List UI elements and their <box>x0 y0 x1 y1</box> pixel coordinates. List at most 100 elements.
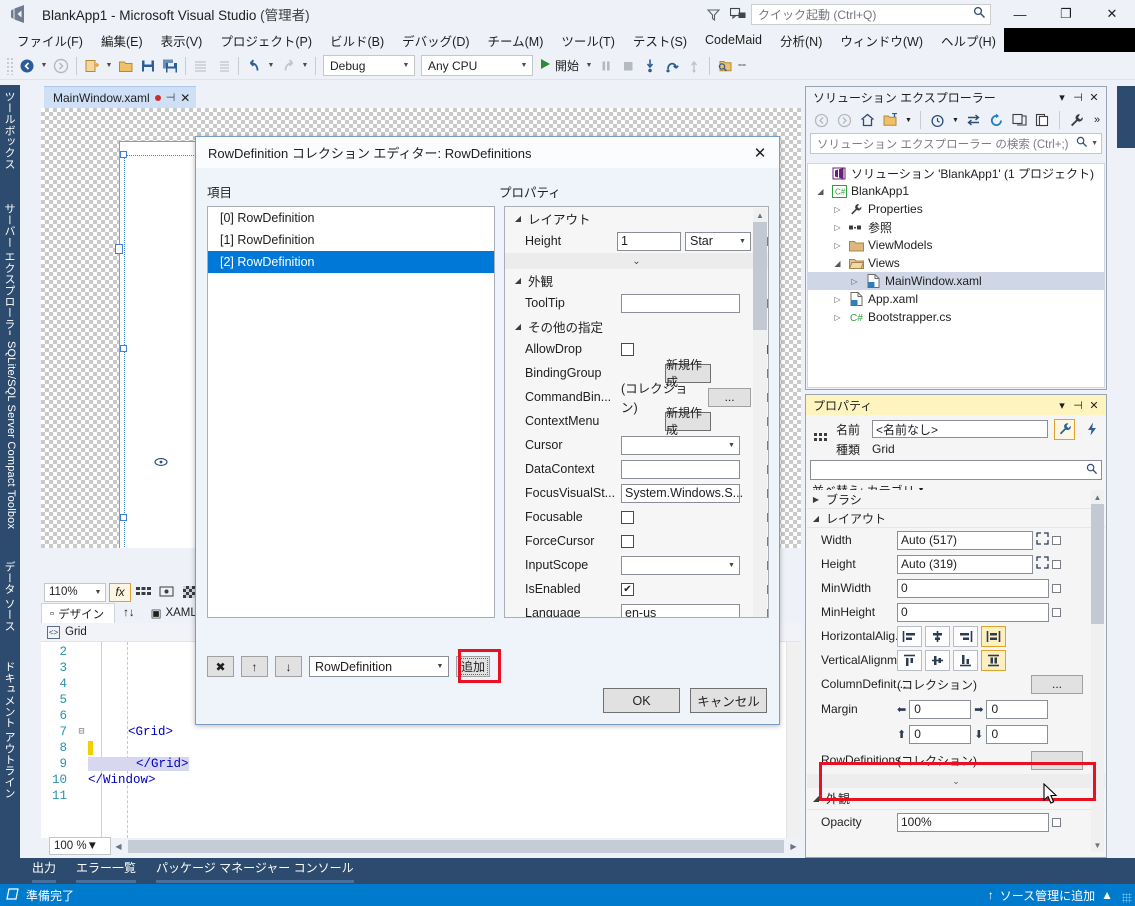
code-line[interactable]: 7⊟<Grid> <box>41 724 801 740</box>
property-advanced-width[interactable] <box>1052 536 1061 545</box>
dialog-prop-row-5[interactable]: ContextMenu新規作成 <box>505 409 768 433</box>
property-row-minwidth[interactable]: MinWidth 0 <box>807 576 1105 600</box>
designer-zoom-combo[interactable]: 110% ▼ <box>44 583 106 602</box>
solution-tree-item-8[interactable]: ▷C#Bootstrapper.cs <box>808 308 1104 326</box>
solution-platform-combo[interactable]: Any CPU ▼ <box>421 55 533 76</box>
start-dropdown-icon[interactable]: ▼ <box>583 55 595 77</box>
left-dock-tab-4[interactable]: ドキュメント アウトライン <box>1 655 19 840</box>
dialog-prop-checkbox[interactable] <box>621 535 634 548</box>
dialog-prop-row-12[interactable]: IsEnabled✔ <box>505 577 768 601</box>
properties-search-input[interactable] <box>810 460 1102 480</box>
dialog-ok-button[interactable]: OK <box>603 688 680 713</box>
snap-grid-icon[interactable] <box>134 583 154 602</box>
dialog-properties-scrollbar[interactable]: ▲ ▼ <box>753 208 767 618</box>
chevron-up-icon[interactable]: ▲ <box>1101 888 1113 902</box>
property-row-verticalalignment[interactable]: VerticalAlignm... <box>807 648 1105 672</box>
code-line[interactable]: 8 <box>41 740 801 756</box>
dialog-height-unit-combo[interactable]: Star▼ <box>685 232 751 251</box>
chevron-down-icon[interactable]: ▾ <box>1054 399 1070 412</box>
properties-window-icon[interactable] <box>1032 110 1053 131</box>
columndefinitions-edit-button[interactable]: ... <box>1031 675 1083 694</box>
dialog-height-input[interactable]: 1 <box>617 232 681 251</box>
property-row-margin[interactable]: Margin ⬅ 0 ➡ 0 <box>807 696 1105 722</box>
close-icon[interactable]: ✕ <box>180 91 190 105</box>
new-project-icon[interactable] <box>81 55 103 77</box>
open-file-icon[interactable] <box>115 55 137 77</box>
solution-tree-item-6[interactable]: ▷MainWindow.xaml <box>808 272 1104 290</box>
margin-right-input[interactable]: 0 <box>986 700 1048 719</box>
dialog-cancel-button[interactable]: キャンセル <box>690 688 767 713</box>
pin-icon[interactable]: ⊣ <box>1070 91 1086 104</box>
code-fold-marker[interactable]: ⊟ <box>75 726 88 738</box>
left-dock-tab-3[interactable]: データ ソース <box>1 555 19 647</box>
chevron-expanded-icon[interactable]: ◢ <box>831 259 844 268</box>
swap-panes-icon[interactable]: ↑↓ <box>115 607 143 619</box>
chevron-collapsed-icon[interactable]: ▷ <box>831 295 844 304</box>
scroll-up-icon[interactable]: ▲ <box>753 208 767 222</box>
dialog-remove-button[interactable]: ✖ <box>207 656 234 677</box>
property-row-minheight[interactable]: MinHeight 0 <box>807 600 1105 624</box>
events-tab-icon[interactable] <box>1081 419 1102 440</box>
resize-grip[interactable] <box>1122 893 1132 903</box>
property-advanced-height[interactable] <box>1052 560 1061 569</box>
close-icon[interactable]: ✕ <box>1086 91 1102 104</box>
auto-size-icon[interactable] <box>1036 556 1049 572</box>
properties-scroll-thumb[interactable] <box>1091 504 1104 624</box>
pin-icon[interactable]: ⊣ <box>166 91 176 104</box>
margin-bottom-input[interactable]: 0 <box>986 725 1048 744</box>
properties-category-layout[interactable]: ◢ レイアウト <box>807 509 1105 528</box>
dialog-prop-checkbox[interactable]: ✔ <box>621 583 634 596</box>
scroll-down-icon[interactable]: ▼ <box>1091 838 1104 852</box>
save-all-icon[interactable] <box>159 55 181 77</box>
code-vertical-scrollbar[interactable] <box>786 642 801 838</box>
grid-rail-icon[interactable] <box>154 456 168 470</box>
dialog-properties-pane[interactable]: ◢レイアウトHeight1Star▼⌄◢外観ToolTip◢その他の指定Allo… <box>504 206 769 618</box>
dialog-prop-row-0[interactable]: Height1Star▼ <box>505 229 768 253</box>
menu-item-2[interactable]: 表示(V) <box>152 29 212 52</box>
dialog-prop-combo[interactable]: ▼ <box>621 436 740 455</box>
design-handle-topleft[interactable] <box>120 151 127 158</box>
effects-toggle-button[interactable]: fx <box>109 583 131 602</box>
step-over-icon[interactable] <box>661 55 683 77</box>
menu-item-5[interactable]: デバッグ(D) <box>393 29 478 52</box>
dialog-prop-input[interactable] <box>621 294 740 313</box>
navigate-backward-dropdown-icon[interactable]: ▼ <box>38 55 50 77</box>
properties-more-toggle[interactable]: ⌄ <box>807 774 1105 788</box>
filter-icon[interactable] <box>701 2 725 26</box>
undo-icon[interactable] <box>243 55 265 77</box>
menu-item-7[interactable]: ツール(T) <box>552 29 623 52</box>
dialog-move-down-button[interactable]: ↓ <box>275 656 302 677</box>
dialog-scroll-thumb[interactable] <box>753 222 767 330</box>
property-row-width[interactable]: Width Auto (517) <box>807 528 1105 552</box>
properties-vertical-scrollbar[interactable]: ▲ ▼ <box>1091 490 1104 852</box>
close-icon[interactable]: ✕ <box>1086 399 1102 412</box>
code-line[interactable]: 9</Grid> <box>41 756 801 772</box>
solution-tree-item-7[interactable]: ▷App.xaml <box>808 290 1104 308</box>
menu-item-11[interactable]: ウィンドウ(W) <box>831 29 932 52</box>
chevron-down-icon[interactable]: ▼ <box>1091 140 1098 147</box>
property-row-columndefinitions[interactable]: ColumnDefinit... (コレクション) ... <box>807 672 1105 696</box>
tab-design-view[interactable]: ▫ デザイン <box>41 603 115 624</box>
chevron-expanded-icon[interactable]: ◢ <box>814 187 827 196</box>
left-dock-tab-0[interactable]: ツールボックス <box>1 85 19 190</box>
align-right-button[interactable] <box>953 626 978 647</box>
menu-item-1[interactable]: 編集(E) <box>92 29 152 52</box>
dialog-item-2[interactable]: [2] RowDefinition <box>208 251 494 273</box>
menu-item-6[interactable]: チーム(M) <box>479 29 553 52</box>
menu-item-0[interactable]: ファイル(F) <box>8 29 92 52</box>
dialog-prop-row-11[interactable]: InputScope▼ <box>505 553 768 577</box>
collapse-all-icon[interactable] <box>1009 110 1030 131</box>
minimize-button[interactable]: — <box>997 0 1043 28</box>
chevron-collapsed-icon[interactable]: ▷ <box>831 223 844 232</box>
menu-item-10[interactable]: 分析(N) <box>771 29 831 52</box>
dialog-prop-row-8[interactable]: FocusVisualSt...System.Windows.S... <box>505 481 768 505</box>
dialog-add-button[interactable]: 追加 <box>456 656 490 677</box>
bottom-tab-2[interactable]: パッケージ マネージャー コンソール <box>146 856 364 886</box>
dialog-prop-input[interactable]: System.Windows.S... <box>621 484 740 503</box>
dialog-prop-category-0[interactable]: ◢レイアウト <box>505 207 768 229</box>
toolbar-grip[interactable] <box>6 57 14 75</box>
property-input-minheight[interactable]: 0 <box>897 603 1049 622</box>
dialog-prop-new-button[interactable]: 新規作成 <box>665 412 711 431</box>
solution-tree-item-2[interactable]: ▷Properties <box>808 200 1104 218</box>
save-icon[interactable] <box>137 55 159 77</box>
